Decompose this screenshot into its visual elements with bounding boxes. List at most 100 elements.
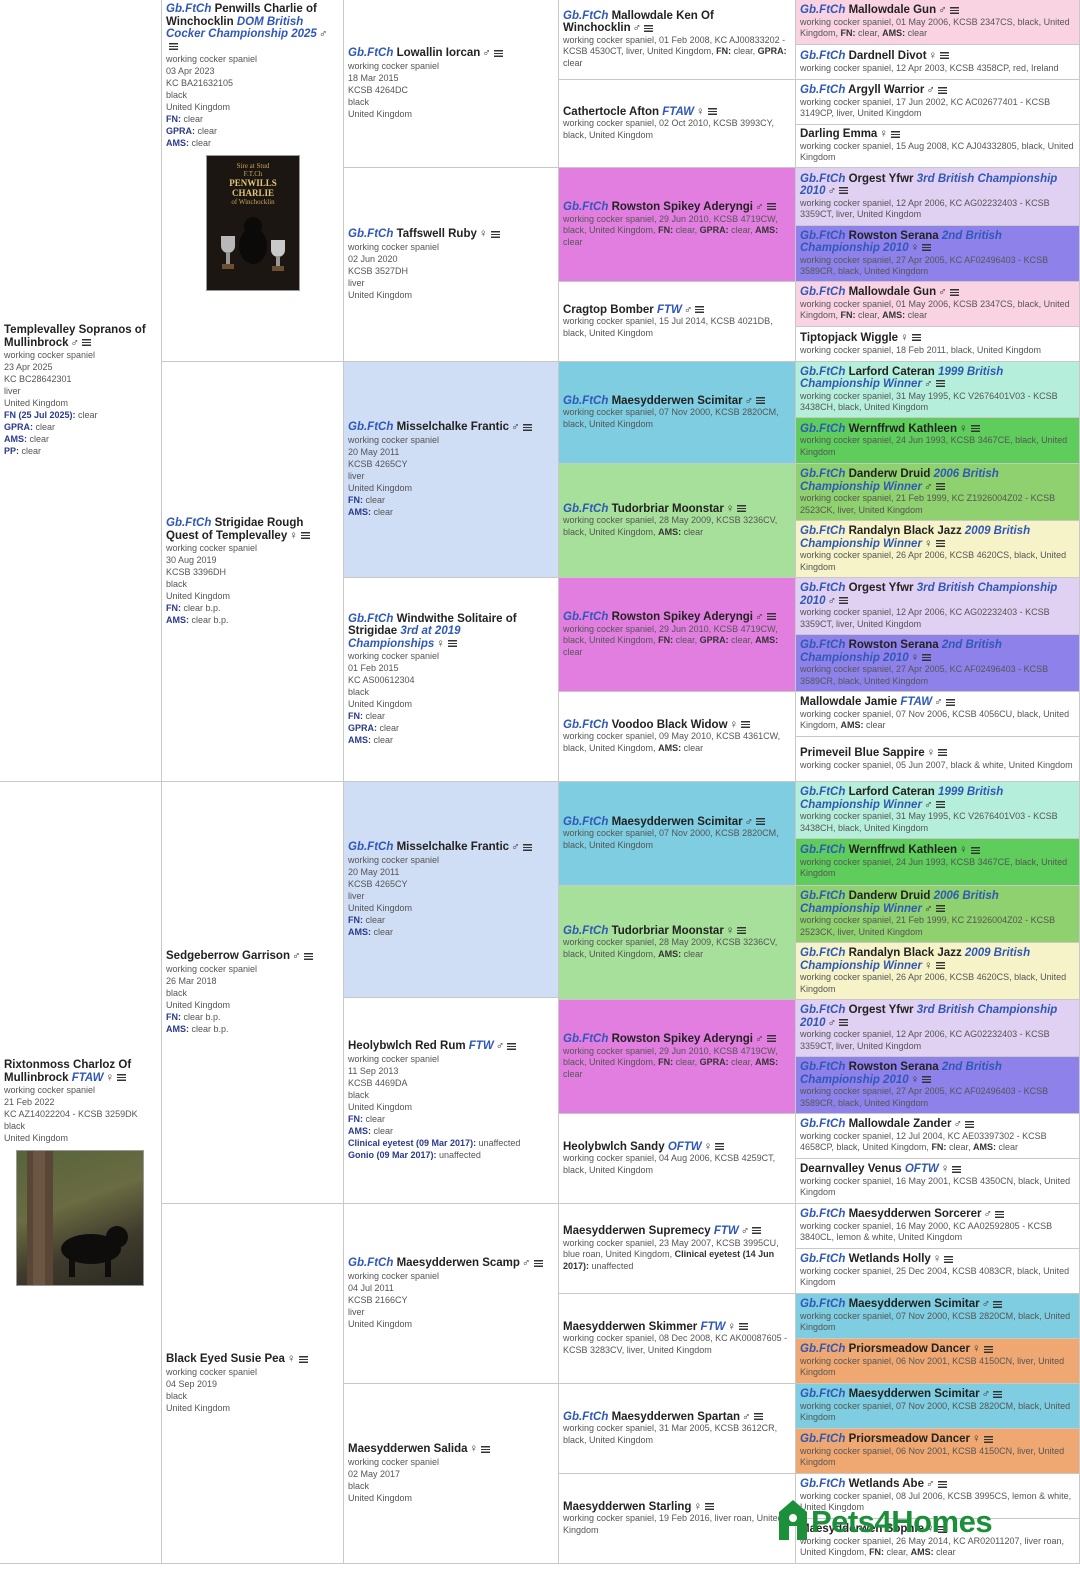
dog-name-link[interactable]: Gb.FtCh Randalyn Black Jazz 2009 British… [800,947,1075,972]
dog-name-link[interactable]: Gb.FtCh Maesydderwen Scimitar ♂ [563,395,791,408]
menu-icon[interactable] [995,1210,1005,1218]
menu-icon[interactable] [644,24,654,32]
menu-icon[interactable] [949,6,959,14]
dog-name-link[interactable]: Gb.FtCh Larford Cateran 1999 British Cha… [800,366,1075,391]
dog-name-link[interactable]: Maesydderwen Skimmer FTW ♀ [563,1321,791,1334]
menu-icon[interactable] [756,397,766,405]
dog-name-link[interactable]: Gb.FtCh Wernffrwd Kathleen ♀ [800,844,1075,857]
menu-icon[interactable] [300,531,310,539]
menu-icon[interactable] [766,613,776,621]
dog-name-link[interactable]: Gb.FtCh Penwills Charlie of Winchocklin … [166,3,339,53]
dog-name-link[interactable]: Dearnvalley Venus OFTW ♀ [800,1163,1075,1176]
menu-icon[interactable] [766,1035,776,1043]
dog-name-link[interactable]: Gb.FtCh Maesydderwen Spartan ♂ [563,1411,791,1424]
dog-name-link[interactable]: Gb.FtCh Strigidae Rough Quest of Templev… [166,517,339,542]
menu-icon[interactable] [507,1042,517,1050]
menu-icon[interactable] [922,653,932,661]
menu-icon[interactable] [481,1445,491,1453]
dog-name-link[interactable]: Gb.FtCh Rowston Spikey Aderyngi ♂ [563,611,791,624]
menu-icon[interactable] [756,818,766,826]
dog-name-link[interactable]: Primeveil Blue Sappire ♀ [800,747,1075,760]
menu-icon[interactable] [993,1300,1003,1308]
dog-name-link[interactable]: Heolybwlch Red Rum FTW ♂ [348,1040,554,1053]
dog-name-link[interactable]: Gb.FtCh Maesydderwen Scimitar ♂ [563,816,791,829]
dog-name-link[interactable]: Gb.FtCh Rowston Spikey Aderyngi ♂ [563,1033,791,1046]
dog-name-link[interactable]: Gb.FtCh Orgest Yfwr 3rd British Champion… [800,582,1075,607]
menu-icon[interactable] [935,961,945,969]
dog-name-link[interactable]: Rixtonmoss Charloz Of Mullinbrock FTAW ♀ [4,1059,157,1084]
dog-name-link[interactable]: Gb.FtCh Windwithe Solitaire of Strigidae… [348,613,554,651]
dog-name-link[interactable]: Gb.FtCh Voodoo Black Widow ♀ [563,719,791,732]
menu-icon[interactable] [303,952,313,960]
dog-name-link[interactable]: Black Eyed Susie Pea ♀ [166,1353,339,1366]
menu-icon[interactable] [695,306,705,314]
dog-name-link[interactable]: Gb.FtCh Tudorbriar Moonstar ♀ [563,503,791,516]
dog-name-link[interactable]: Gb.FtCh Dardnell Divot ♀ [800,50,1075,63]
menu-icon[interactable] [752,1227,762,1235]
menu-icon[interactable] [839,1018,849,1026]
dog-name-link[interactable]: Gb.FtCh Wetlands Holly ♀ [800,1253,1075,1266]
menu-icon[interactable] [970,846,980,854]
menu-icon[interactable] [938,86,948,94]
menu-icon[interactable] [737,505,747,513]
dog-name-link[interactable]: Gb.FtCh Priorsmeadow Dancer ♀ [800,1343,1075,1356]
menu-icon[interactable] [970,425,980,433]
dog-name-link[interactable]: Mallowdale Jamie FTAW ♂ [800,696,1075,709]
menu-icon[interactable] [533,1259,543,1267]
menu-icon[interactable] [935,904,945,912]
dog-name-link[interactable]: Gb.FtCh Randalyn Black Jazz 2009 British… [800,525,1075,550]
dog-name-link[interactable]: Darling Emma ♀ [800,128,1075,141]
menu-icon[interactable] [940,52,950,60]
menu-icon[interactable] [490,230,500,238]
dog-name-link[interactable]: Gb.FtCh Tudorbriar Moonstar ♀ [563,925,791,938]
menu-icon[interactable] [965,1120,975,1128]
menu-icon[interactable] [298,1355,308,1363]
menu-icon[interactable] [983,1435,993,1443]
menu-icon[interactable] [983,1345,993,1353]
menu-icon[interactable] [935,482,945,490]
dog-name-link[interactable]: Gb.FtCh Priorsmeadow Dancer ♀ [800,1433,1075,1446]
dog-name-link[interactable]: Gb.FtCh Danderw Druid 2006 British Champ… [800,890,1075,915]
dog-name-link[interactable]: Tiptopjack Wiggle ♀ [800,332,1075,345]
menu-icon[interactable] [935,380,945,388]
dog-name-link[interactable]: Cragtop Bomber FTW ♂ [563,304,791,317]
menu-icon[interactable] [922,244,932,252]
dog-name-link[interactable]: Gb.FtCh Larford Cateran 1999 British Cha… [800,786,1075,811]
dog-name-link[interactable]: Gb.FtCh Maesydderwen Scamp ♂ [348,1257,554,1270]
menu-icon[interactable] [737,927,747,935]
menu-icon[interactable] [493,49,503,57]
dog-name-link[interactable]: Gb.FtCh Rowston Serana 2nd British Champ… [800,639,1075,664]
dog-name-link[interactable]: Gb.FtCh Orgest Yfwr 3rd British Champion… [800,173,1075,198]
dog-name-link[interactable]: Gb.FtCh Taffswell Ruby ♀ [348,228,554,241]
menu-icon[interactable] [839,187,849,195]
menu-icon[interactable] [738,1323,748,1331]
menu-icon[interactable] [949,288,959,296]
dog-name-link[interactable]: Gb.FtCh Wetlands Abe ♂ [800,1478,1075,1491]
dog-name-link[interactable]: Gb.FtCh Orgest Yfwr 3rd British Champion… [800,1004,1075,1029]
menu-icon[interactable] [715,1143,725,1151]
dog-name-link[interactable]: Cathertocle Afton FTAW ♀ [563,106,791,119]
dog-name-link[interactable]: Sedgeberrow Garrison ♂ [166,950,339,963]
menu-icon[interactable] [82,338,92,346]
menu-icon[interactable] [522,423,532,431]
menu-icon[interactable] [945,698,955,706]
menu-icon[interactable] [922,1075,932,1083]
dog-name-link[interactable]: Gb.FtCh Mallowdale Gun ♂ [800,286,1075,299]
menu-icon[interactable] [707,108,717,116]
dog-name-link[interactable]: Maesydderwen Salida ♀ [348,1443,554,1456]
dog-name-link[interactable]: Maesydderwen Starling ♀ [563,1501,791,1514]
menu-icon[interactable] [911,334,921,342]
menu-icon[interactable] [753,1413,763,1421]
dog-name-link[interactable]: Gb.FtCh Danderw Druid 2006 British Champ… [800,468,1075,493]
menu-icon[interactable] [890,130,900,138]
dog-name-link[interactable]: Gb.FtCh Rowston Serana 2nd British Champ… [800,230,1075,255]
dog-name-link[interactable]: Gb.FtCh Mallowdale Ken Of Winchocklin ♂ [563,10,791,35]
dog-name-link[interactable]: Gb.FtCh Lowallin Iorcan ♂ [348,47,554,60]
dog-name-link[interactable]: Gb.FtCh Mallowdale Gun ♂ [800,4,1075,17]
dog-name-link[interactable]: Gb.FtCh Misselchalke Frantic ♂ [348,841,554,854]
menu-icon[interactable] [935,800,945,808]
dog-name-link[interactable]: Heolybwlch Sandy OFTW ♀ [563,1141,791,1154]
menu-icon[interactable] [169,42,178,50]
menu-icon[interactable] [839,596,849,604]
trophy-dog-photo[interactable]: Sire at Stud F.T.Ch PENWILLS CHARLIE of Win… [206,155,300,291]
